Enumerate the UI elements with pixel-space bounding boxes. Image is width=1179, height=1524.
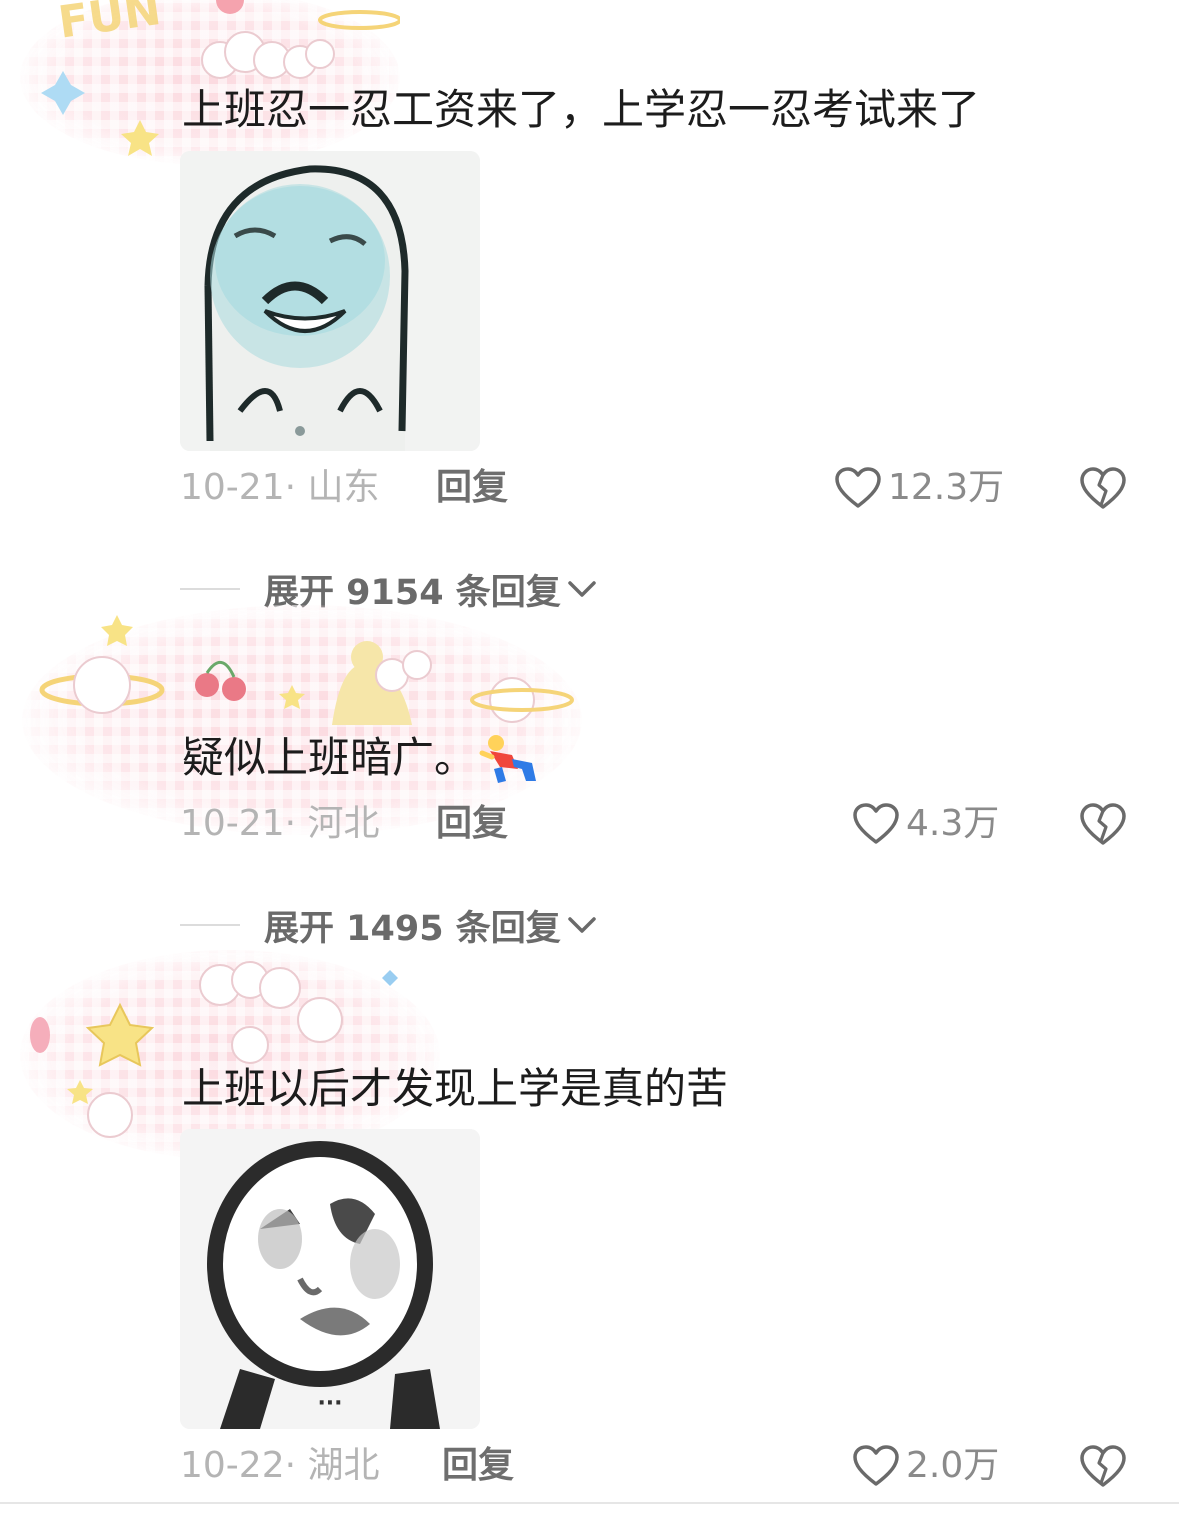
- heart-outline-icon: [853, 1445, 899, 1486]
- more-badge: ···: [317, 1391, 343, 1416]
- reply-button[interactable]: 回复: [442, 1441, 514, 1491]
- comment-text: 上班以后才发现上学是真的苦: [182, 1064, 729, 1113]
- meme-sticker-image[interactable]: ···: [180, 1129, 480, 1429]
- comment-date-location: 10-21· 河北: [180, 803, 380, 844]
- heart-outline-icon: [835, 467, 881, 508]
- heart-outline-icon: [853, 803, 899, 844]
- expand-replies-label: 展开 1495 条回复: [264, 908, 561, 949]
- comment-meta: 10-21· 山东 回复 12.3万: [180, 463, 1140, 513]
- comment-text-content: 疑似上班暗广。: [182, 733, 477, 782]
- comment-meta: 10-22· 湖北 回复 2.0万: [180, 1441, 1140, 1491]
- broken-heart-icon[interactable]: [1078, 801, 1128, 847]
- divider-line: [180, 924, 240, 926]
- like-count: 4.3万: [906, 803, 1000, 844]
- divider-line: [180, 588, 240, 590]
- meme-sticker-image[interactable]: [180, 151, 480, 451]
- reply-button[interactable]: 回复: [436, 799, 508, 849]
- comment-text: 疑似上班暗广。: [182, 730, 542, 789]
- bottom-divider: [0, 1502, 1179, 1504]
- reply-button[interactable]: 回复: [436, 463, 508, 513]
- broken-heart-icon[interactable]: [1078, 465, 1128, 511]
- comment-meta: 10-21· 河北 回复 4.3万: [180, 799, 1140, 849]
- chevron-down-icon: [568, 917, 596, 933]
- like-button[interactable]: 12.3万: [834, 463, 1004, 513]
- broken-heart-icon[interactable]: [1078, 1443, 1128, 1489]
- meme-sticker-blue-face-icon: [180, 151, 480, 451]
- fallen-person-emoji-icon: [479, 734, 537, 783]
- meme-sticker-gray-face-icon: [180, 1129, 480, 1429]
- comment-text: 上班忍一忍工资来了，上学忍一忍考试来了: [182, 85, 981, 134]
- expand-replies-button[interactable]: 展开 1495 条回复: [180, 900, 599, 950]
- svg-text:FUN: FUN: [55, 0, 164, 49]
- comment-date-location: 10-21· 山东: [180, 467, 380, 508]
- comment-date-location: 10-22· 湖北: [180, 1445, 380, 1486]
- like-count: 12.3万: [888, 467, 1005, 508]
- like-count: 2.0万: [906, 1445, 1000, 1486]
- like-button[interactable]: 2.0万: [852, 1441, 999, 1491]
- chevron-down-icon: [568, 581, 596, 597]
- like-button[interactable]: 4.3万: [852, 799, 999, 849]
